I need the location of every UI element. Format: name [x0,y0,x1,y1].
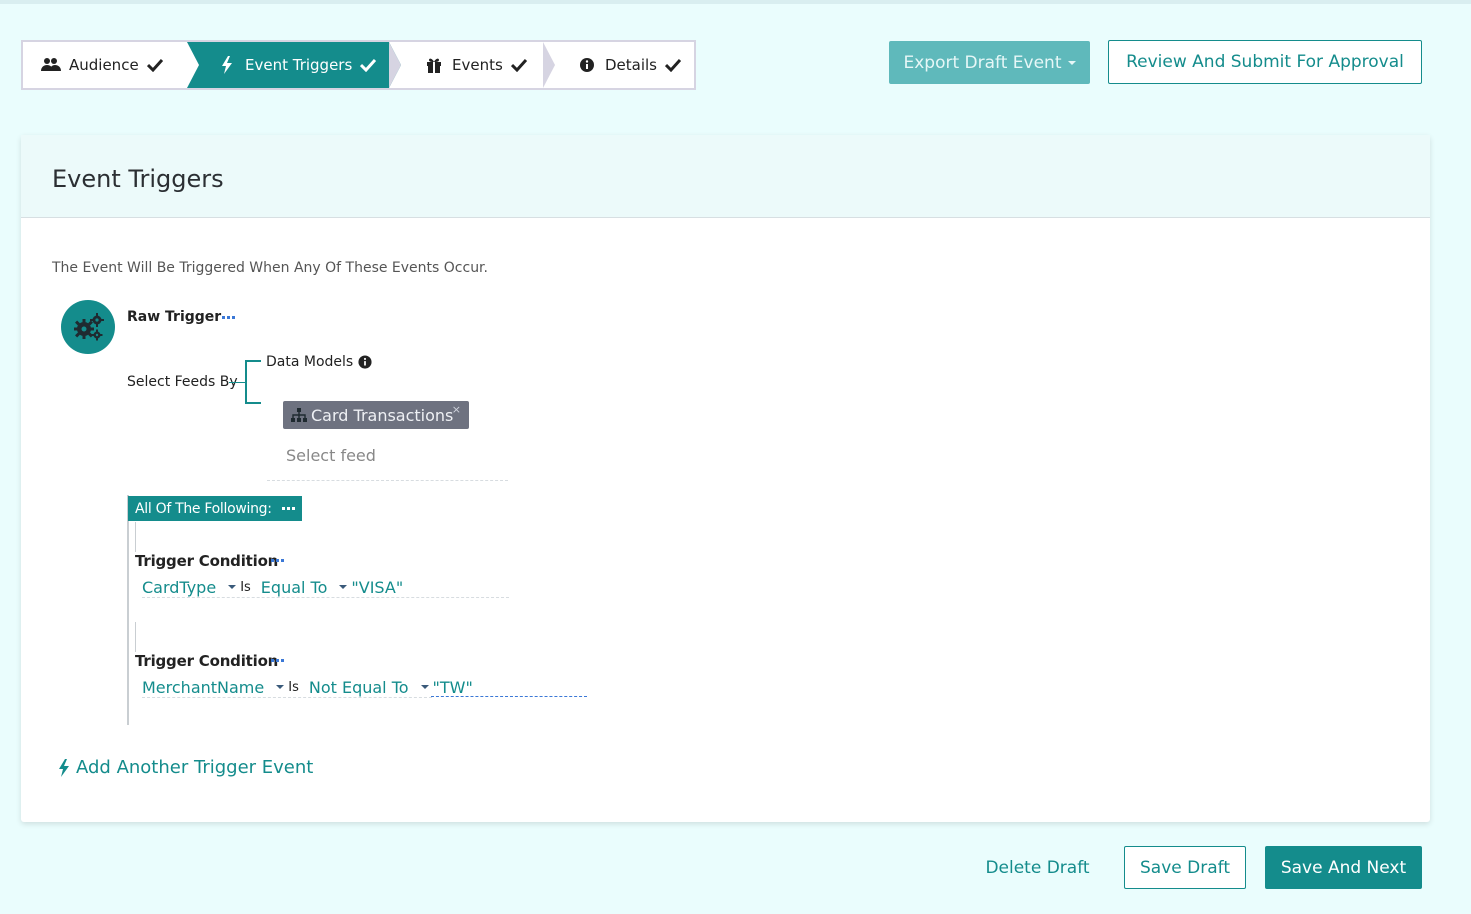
step-event-triggers[interactable]: Event Triggers [187,42,389,88]
users-icon [41,56,61,74]
check-icon [360,58,377,72]
is-label: Is [288,679,299,695]
condition-value-input[interactable]: "TW" [433,678,473,697]
condition-menu-icon[interactable] [271,659,284,662]
event-triggers-card: Event Triggers The Event Will Be Trigger… [21,135,1430,822]
card-header: Event Triggers [21,135,1430,218]
export-label: Export Draft Event [903,52,1062,73]
field-value: CardType [142,577,217,597]
operator-select[interactable]: Not Equal To [309,678,433,697]
step-label: Details [605,56,658,74]
bracket-connector [229,382,246,383]
card-title: Event Triggers [52,165,224,193]
sitemap-icon [291,408,307,422]
info-icon[interactable] [358,355,372,369]
data-models-label: Data Models [266,354,354,370]
raw-trigger-menu-icon[interactable] [222,316,235,319]
remove-chip-icon[interactable]: × [452,403,461,416]
input-underline [267,480,508,481]
check-icon [665,58,682,72]
trigger-condition-label: Trigger Condition [135,652,279,670]
condition-connector [135,622,136,652]
field-value: MerchantName [142,677,265,697]
trigger-description: The Event Will Be Triggered When Any Of … [52,260,488,276]
value-input-underline [431,696,587,697]
top-border [0,0,1471,4]
gift-icon [424,56,444,74]
check-icon [146,58,163,72]
bolt-icon [217,56,237,74]
step-separator [543,42,555,88]
step-details[interactable]: Details [577,42,697,88]
condition-row: CardType Is Equal To "VISA" [142,575,403,599]
step-label: Events [452,56,503,74]
condition-menu-icon[interactable] [271,559,284,562]
select-feeds-label: Select Feeds By [127,374,238,390]
check-icon [510,58,527,72]
step-events[interactable]: Events [424,42,544,88]
export-draft-event-button[interactable]: Export Draft Event [889,41,1090,84]
wizard-stepper: Audience Event Triggers Events Details [21,40,696,90]
row-underline [142,697,432,698]
trigger-condition-label: Trigger Condition [135,552,279,570]
delete-draft-button[interactable]: Delete Draft [969,846,1106,889]
add-trigger-label: Add Another Trigger Event [76,757,314,778]
caret-down-icon [276,685,285,689]
condition-row: MerchantName Is Not Equal To "TW" [142,675,473,699]
selected-feed-chip: Card Transactions × [283,401,469,429]
group-connector-line [127,495,129,725]
info-icon [577,56,597,74]
chip-label: Card Transactions [311,405,454,425]
save-and-next-button[interactable]: Save And Next [1265,846,1422,889]
data-models-option[interactable]: Data Models [266,354,372,370]
field-select[interactable]: MerchantName [142,678,288,697]
operator-value: Equal To [260,577,328,597]
group-label: All Of The Following: [135,500,272,517]
step-label: Audience [69,56,139,74]
step-label: Event Triggers [245,56,353,74]
bolt-icon [58,758,70,778]
bracket-connector [245,360,261,404]
gears-icon [61,300,115,354]
caret-down-icon [228,585,237,589]
step-separator [187,42,199,88]
operator-value: Not Equal To [308,677,409,697]
caret-down-icon [420,685,429,689]
group-menu-icon[interactable] [281,507,295,510]
row-underline [142,597,509,598]
is-label: Is [240,579,251,595]
caret-down-icon [339,585,348,589]
review-submit-button[interactable]: Review And Submit For Approval [1108,40,1422,84]
step-audience[interactable]: Audience [41,42,186,88]
condition-value-input[interactable]: "VISA" [351,578,403,597]
all-of-following-group[interactable]: All Of The Following: [128,496,302,521]
add-trigger-event-link[interactable]: Add Another Trigger Event [58,757,313,778]
field-select[interactable]: CardType [142,578,240,597]
raw-trigger-label: Raw Trigger [127,309,222,325]
operator-select[interactable]: Equal To [261,578,352,597]
condition-connector [135,522,136,552]
caret-down-icon [1067,60,1076,65]
step-separator [389,42,401,88]
save-draft-button[interactable]: Save Draft [1124,846,1246,889]
select-feed-input[interactable]: Select feed [286,446,376,465]
